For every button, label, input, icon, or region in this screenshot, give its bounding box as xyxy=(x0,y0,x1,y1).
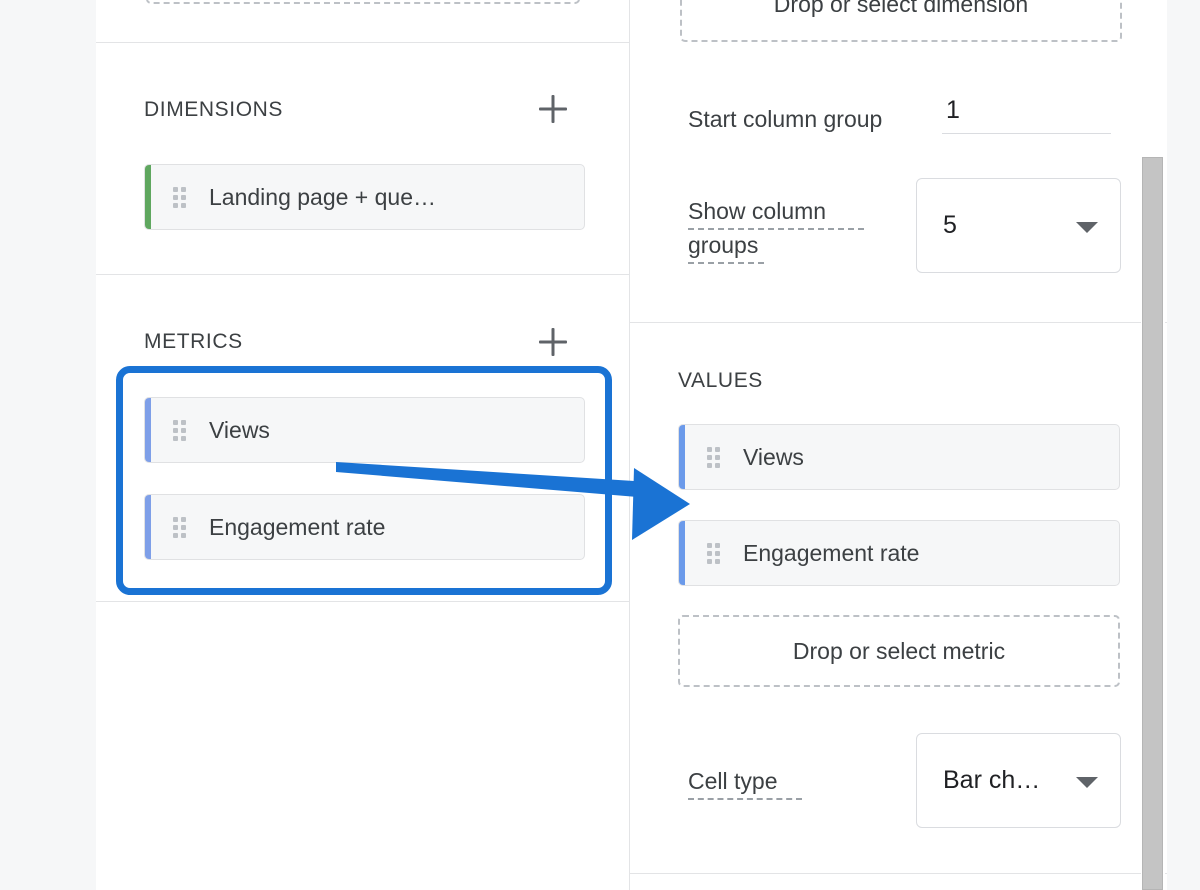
dropzone-label: Drop or select metric xyxy=(792,637,1006,664)
chip-accent-bar xyxy=(679,425,685,489)
dropzone-label: Drop or select dimension xyxy=(773,0,1029,17)
values-section-title: VALUES xyxy=(678,369,763,392)
chip-accent-bar xyxy=(679,521,685,585)
chevron-down-icon xyxy=(1076,221,1098,233)
chip-label: Landing page + que… xyxy=(209,183,437,210)
value-chip-views[interactable]: Views xyxy=(678,424,1120,490)
section-divider xyxy=(630,322,1167,323)
metrics-chip-list: Views Engagement rate xyxy=(96,0,630,890)
select-value: 5 xyxy=(943,211,957,239)
section-divider xyxy=(96,274,630,275)
metrics-section-title: METRICS xyxy=(144,330,243,353)
chip-accent-bar xyxy=(145,165,151,229)
column-dimension-dropzone[interactable]: Drop or select dimension xyxy=(680,0,1122,42)
chip-label: Views xyxy=(209,416,270,443)
vertical-scrollbar-track[interactable] xyxy=(1141,0,1165,890)
chip-label: Engagement rate xyxy=(209,513,386,540)
show-column-groups-select[interactable]: 5 xyxy=(916,178,1121,273)
show-column-groups-hint-underline xyxy=(688,262,764,264)
dimensions-section-title: DIMENSIONS xyxy=(144,98,284,121)
metric-dropzone[interactable]: Drop or select metric xyxy=(678,615,1120,687)
chevron-down-icon xyxy=(1076,776,1098,788)
cell-type-label: Cell type xyxy=(688,768,778,794)
drag-handle-icon[interactable] xyxy=(173,186,186,208)
add-metric-icon[interactable] xyxy=(536,325,570,359)
drag-handle-icon[interactable] xyxy=(707,542,720,564)
left-config-panel: DIMENSIONS Landing page + que… METRICS V… xyxy=(96,0,630,890)
cell-type-select[interactable]: Bar ch… xyxy=(916,733,1121,828)
chip-accent-bar xyxy=(145,495,151,559)
vertical-scrollbar-thumb[interactable] xyxy=(1142,157,1163,890)
cell-type-hint-underline xyxy=(688,798,802,800)
chip-label: Engagement rate xyxy=(743,539,920,566)
start-column-group-label: Start column group xyxy=(688,106,883,132)
metric-chip-views[interactable]: Views xyxy=(144,397,585,463)
dimension-chip-landing-page[interactable]: Landing page + que… xyxy=(144,164,585,230)
section-divider xyxy=(96,42,630,43)
section-divider xyxy=(96,601,630,602)
right-config-panel: Drop or select dimension Start column gr… xyxy=(630,0,1167,890)
drag-handle-icon[interactable] xyxy=(707,446,720,468)
show-column-groups-hint-underline xyxy=(688,228,864,230)
chip-label: Views xyxy=(743,443,804,470)
page-background-right xyxy=(1167,0,1200,890)
chip-accent-bar xyxy=(145,398,151,462)
section-divider xyxy=(630,873,1167,874)
dimension-dropzone-partial[interactable] xyxy=(146,0,580,4)
metric-chip-engagement-rate[interactable]: Engagement rate xyxy=(144,494,585,560)
value-chip-engagement-rate[interactable]: Engagement rate xyxy=(678,520,1120,586)
start-column-group-input[interactable] xyxy=(942,96,1111,134)
drag-handle-icon[interactable] xyxy=(173,516,186,538)
add-dimension-icon[interactable] xyxy=(536,92,570,126)
select-value: Bar ch… xyxy=(943,766,1041,794)
app-root: DIMENSIONS Landing page + que… METRICS V… xyxy=(0,0,1200,890)
drag-handle-icon[interactable] xyxy=(173,419,186,441)
